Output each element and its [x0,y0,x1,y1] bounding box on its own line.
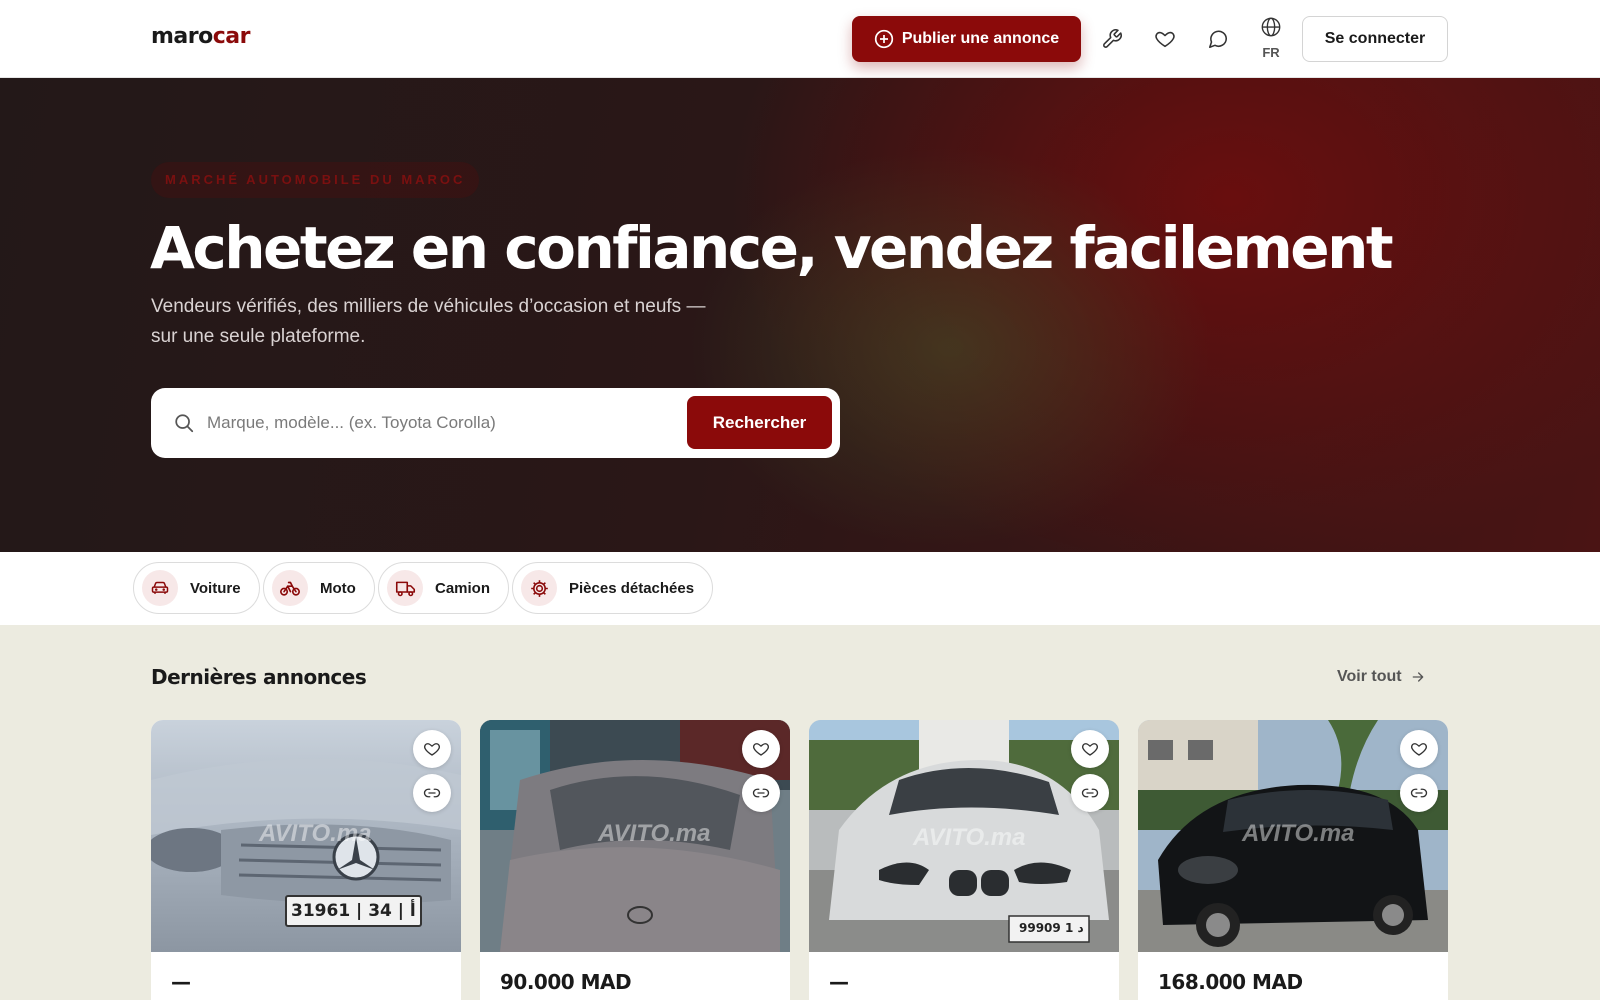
watermark: AVITO.ma [913,824,1026,851]
category-moto[interactable]: Moto [263,562,375,614]
language-code: FR [1262,45,1280,60]
favorite-button[interactable] [1071,730,1109,768]
gear-icon [521,570,557,606]
category-car[interactable]: Voiture [133,562,260,614]
share-link-button[interactable] [413,774,451,812]
see-all-link[interactable]: Voir tout [1337,668,1426,686]
search-bar: Rechercher [151,388,840,458]
top-header: marocar Publier une annonce FR Se connec… [0,0,1600,78]
motorcycle-icon [272,570,308,606]
plus-circle-icon [874,29,893,49]
listing-price: 90.000 MAD [500,970,632,994]
link-icon [423,788,441,798]
publish-label: Publier une annonce [901,30,1060,47]
listing-card[interactable]: AVITO.ma 90.000 MAD [480,720,790,1000]
listing-price: — [829,970,849,994]
category-label: Pièces détachées [569,579,695,597]
language-switcher[interactable]: FR [1258,16,1284,60]
heart-icon [753,743,769,756]
listing-price: — [171,970,191,994]
favorite-button[interactable] [742,730,780,768]
share-link-button[interactable] [1400,774,1438,812]
listing-card[interactable]: AVITO.ma 31961 | ﺃ | 34 — [151,720,461,1000]
chat-icon[interactable] [1206,27,1230,51]
arrow-right-icon [1412,672,1423,682]
wrench-icon[interactable] [1100,27,1124,51]
logo[interactable]: marocar [151,24,250,49]
section-title: Dernières annonces [151,665,367,689]
watermark: AVITO.ma [1242,820,1355,847]
share-link-button[interactable] [1071,774,1109,812]
hero-section: MARCHÉ AUTOMOBILE DU MAROC Achetez en co… [0,78,1600,552]
search-button[interactable]: Rechercher [687,396,832,449]
heart-icon [1411,743,1427,756]
car-icon [142,570,178,606]
category-bar: Voiture Moto Camion Pièces détachées [0,552,1600,625]
category-label: Moto [320,579,356,597]
listing-card[interactable]: AVITO.ma 168.000 MAD [1138,720,1448,1000]
search-icon [173,412,195,439]
login-button[interactable]: Se connecter [1302,16,1448,62]
hero-title: Achetez en confiance, vendez facilement [150,214,1394,282]
listing-card[interactable]: AVITO.ma 99909 ﺩ 1 — [809,720,1119,1000]
publish-listing-button[interactable]: Publier une annonce [852,16,1081,62]
license-plate: 31961 | ﺃ | 34 [291,901,416,921]
favorite-button[interactable] [1400,730,1438,768]
category-parts[interactable]: Pièces détachées [512,562,714,614]
listing-price: 168.000 MAD [1158,970,1303,994]
hero-subtitle: Vendeurs vérifiés, des milliers de véhic… [151,296,706,347]
watermark: AVITO.ma [259,820,372,847]
favorite-button[interactable] [413,730,451,768]
globe-icon [1261,17,1281,37]
share-link-button[interactable] [742,774,780,812]
heart-icon [424,743,440,756]
heart-icon[interactable] [1153,27,1177,51]
link-icon [752,788,770,798]
hero-eyebrow: MARCHÉ AUTOMOBILE DU MAROC [151,162,480,198]
see-all-label: Voir tout [1337,668,1402,685]
link-icon [1410,788,1428,798]
link-icon [1081,788,1099,798]
category-label: Voiture [190,579,241,597]
heart-icon [1082,743,1098,756]
category-truck[interactable]: Camion [378,562,510,614]
category-label: Camion [435,579,491,597]
watermark: AVITO.ma [598,820,711,847]
license-plate: 99909 ﺩ 1 [1019,921,1084,935]
truck-icon [387,570,423,606]
search-input[interactable] [207,406,647,440]
